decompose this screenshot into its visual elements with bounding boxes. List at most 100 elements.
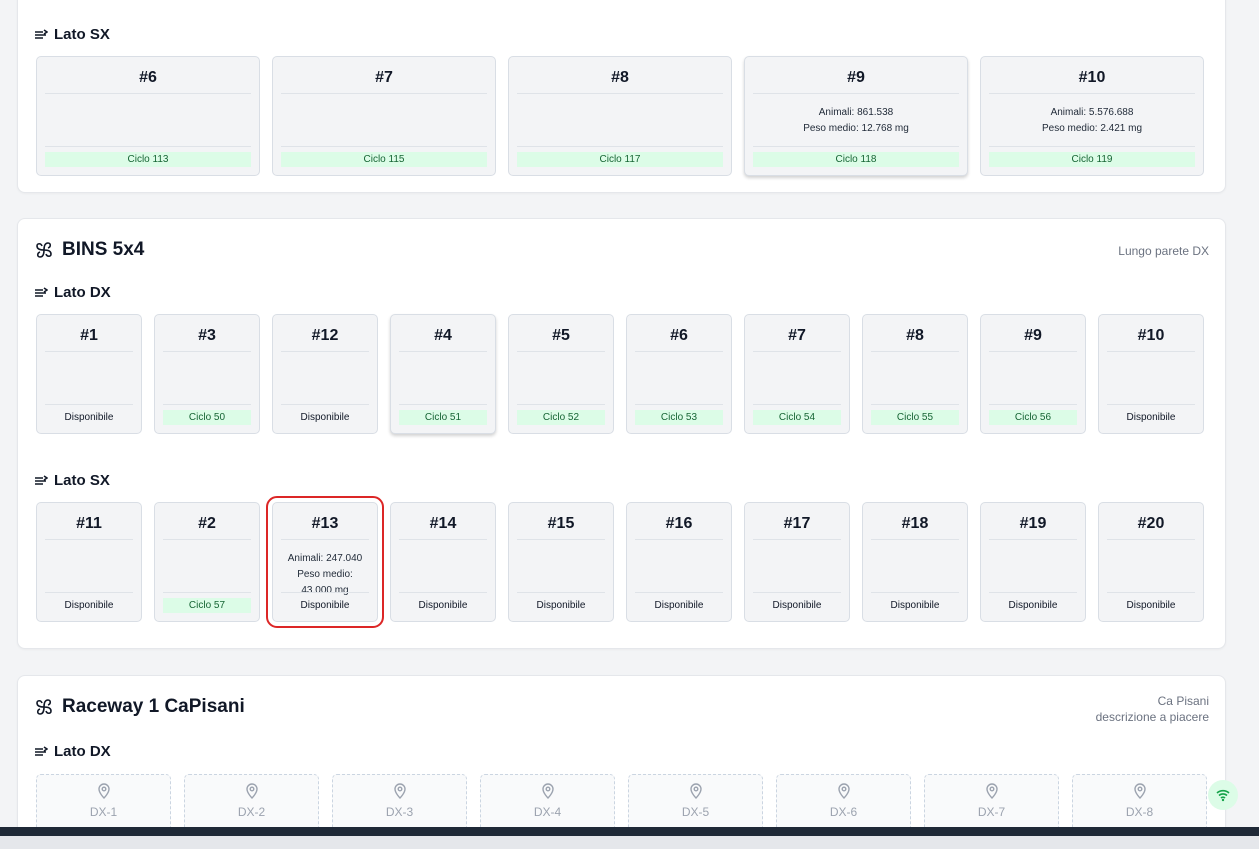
raceway-slot[interactable]: DX-4 bbox=[480, 774, 615, 834]
divider bbox=[635, 404, 723, 405]
divider bbox=[281, 93, 487, 94]
tank-card[interactable]: #5 Ciclo 52 bbox=[508, 314, 614, 434]
raceway-slot[interactable]: DX-2 bbox=[184, 774, 319, 834]
side-label-text: Lato DX bbox=[54, 743, 111, 760]
tank-card[interactable]: #18 Disponibile bbox=[862, 502, 968, 622]
taskbar bbox=[0, 827, 1259, 849]
status-badge: Disponibile bbox=[890, 600, 940, 611]
fan-icon bbox=[36, 242, 52, 258]
divider bbox=[753, 404, 841, 405]
divider bbox=[163, 404, 251, 405]
slot-label: DX-7 bbox=[977, 805, 1006, 819]
tank-number: #7 bbox=[788, 327, 806, 344]
divider bbox=[753, 539, 841, 540]
tank-card[interactable]: #10 Animali: 5.576.688 Peso medio: 2.421 m… bbox=[980, 56, 1204, 176]
tank-card[interactable]: #7 Ciclo 54 bbox=[744, 314, 850, 434]
tank-info: Animali: 861.538 Peso medio: 12.768 mg bbox=[749, 105, 963, 137]
tank-card[interactable]: #14 Disponibile bbox=[390, 502, 496, 622]
divider bbox=[399, 539, 487, 540]
status-badge: Disponibile bbox=[64, 600, 114, 611]
section-top: Lato SX #6 Ciclo 113 #7 Ciclo 115 #8 Ciclo 11… bbox=[17, 0, 1226, 193]
raceway-slot[interactable]: DX-5 bbox=[628, 774, 763, 834]
tank-card[interactable]: #13 Animali: 247.040 Peso medio: 43.000 mg D… bbox=[266, 496, 384, 628]
status-badge: Ciclo 118 bbox=[753, 152, 959, 167]
tank-number: #7 bbox=[375, 69, 393, 86]
tank-card[interactable]: #15 Disponibile bbox=[508, 502, 614, 622]
divider bbox=[281, 539, 369, 540]
pin-wrap bbox=[777, 783, 910, 799]
tank-card[interactable]: #9 Animali: 861.538 Peso medio: 12.768 mg C… bbox=[744, 56, 968, 176]
divider bbox=[45, 93, 251, 94]
divider bbox=[635, 592, 723, 593]
divider bbox=[1107, 539, 1195, 540]
divider bbox=[163, 592, 251, 593]
raceway-slot[interactable]: DX-7 bbox=[924, 774, 1059, 834]
divider bbox=[45, 539, 133, 540]
tank-card[interactable]: #8 Ciclo 117 bbox=[508, 56, 732, 176]
lines-arrow-icon bbox=[35, 286, 48, 297]
pin-wrap bbox=[925, 783, 1058, 799]
tank-card[interactable]: #7 Ciclo 115 bbox=[272, 56, 496, 176]
card-row-sx: #11 Disponibile #2 Ciclo 57 #13 Animali: 247.… bbox=[36, 496, 1204, 628]
divider bbox=[281, 146, 487, 147]
wifi-icon bbox=[1216, 789, 1230, 802]
tank-number: #11 bbox=[76, 515, 102, 532]
status-badge: Ciclo 119 bbox=[989, 152, 1195, 167]
page: Lato SX #6 Ciclo 113 #7 Ciclo 115 #8 Ciclo 11… bbox=[0, 0, 1259, 849]
raceway-slot[interactable]: DX-6 bbox=[776, 774, 911, 834]
side-label-sx: Lato SX bbox=[34, 472, 110, 489]
tank-number: #1 bbox=[80, 327, 98, 344]
status-badge: Disponibile bbox=[300, 412, 350, 423]
raceway-slot[interactable]: DX-3 bbox=[332, 774, 467, 834]
pin-wrap bbox=[333, 783, 466, 799]
tank-number: #6 bbox=[139, 69, 157, 86]
description-line: Ca Pisani bbox=[1157, 694, 1209, 708]
taskbar-strip bbox=[0, 836, 1259, 849]
status-badge: Disponibile bbox=[536, 600, 586, 611]
tank-number: #2 bbox=[198, 515, 216, 532]
raceway-slot[interactable]: DX-8 bbox=[1072, 774, 1207, 834]
tank-card[interactable]: #20 Disponibile bbox=[1098, 502, 1204, 622]
section-raceway: Raceway 1 CaPisani Ca Pisani descrizione… bbox=[17, 675, 1226, 849]
raceway-slot[interactable]: DX-1 bbox=[36, 774, 171, 834]
tank-card[interactable]: #6 Ciclo 53 bbox=[626, 314, 732, 434]
tank-card[interactable]: #16 Disponibile bbox=[626, 502, 732, 622]
tank-card[interactable]: #4 Ciclo 51 bbox=[390, 314, 496, 434]
tank-card[interactable]: #12 Disponibile bbox=[272, 314, 378, 434]
tank-card[interactable]: #19 Disponibile bbox=[980, 502, 1086, 622]
connection-status[interactable] bbox=[1208, 780, 1238, 810]
divider bbox=[281, 404, 369, 405]
card-row-dx: #1 Disponibile #3 Ciclo 50 #12 Disponibile #4 C… bbox=[36, 314, 1204, 434]
divider bbox=[989, 592, 1077, 593]
lines-arrow-icon bbox=[35, 474, 48, 485]
pin-wrap bbox=[37, 783, 170, 799]
section-description: Lungo parete DX bbox=[1118, 244, 1209, 258]
tank-card[interactable]: #10 Disponibile bbox=[1098, 314, 1204, 434]
divider bbox=[517, 404, 605, 405]
divider bbox=[871, 404, 959, 405]
status-badge: Disponibile bbox=[418, 600, 468, 611]
tank-card[interactable]: #2 Ciclo 57 bbox=[154, 502, 260, 622]
tank-number: #19 bbox=[1019, 515, 1047, 532]
tank-card[interactable]: #3 Ciclo 50 bbox=[154, 314, 260, 434]
status-badge: Ciclo 117 bbox=[517, 152, 723, 167]
animals-count: Animali: 247.040 bbox=[287, 553, 363, 564]
tank-info: Animali: 5.576.688 Peso medio: 2.421 mg bbox=[985, 105, 1199, 137]
divider bbox=[871, 351, 959, 352]
tank-card[interactable]: #1 Disponibile bbox=[36, 314, 142, 434]
side-label-text: Lato DX bbox=[54, 284, 111, 301]
animals-count: Animali: 861.538 bbox=[818, 107, 894, 118]
tank-card[interactable]: #11 Disponibile bbox=[36, 502, 142, 622]
tank-card[interactable]: #17 Disponibile bbox=[744, 502, 850, 622]
tank-card[interactable]: #8 Ciclo 55 bbox=[862, 314, 968, 434]
tank-card[interactable]: #9 Ciclo 56 bbox=[980, 314, 1086, 434]
divider bbox=[45, 351, 133, 352]
divider bbox=[635, 351, 723, 352]
status-badge: Ciclo 53 bbox=[635, 410, 723, 425]
section-title: Raceway 1 CaPisani bbox=[62, 696, 245, 717]
divider bbox=[753, 351, 841, 352]
slot-label: DX-6 bbox=[829, 805, 858, 819]
tank-card[interactable]: #6 Ciclo 113 bbox=[36, 56, 260, 176]
divider bbox=[753, 146, 959, 147]
divider bbox=[517, 351, 605, 352]
